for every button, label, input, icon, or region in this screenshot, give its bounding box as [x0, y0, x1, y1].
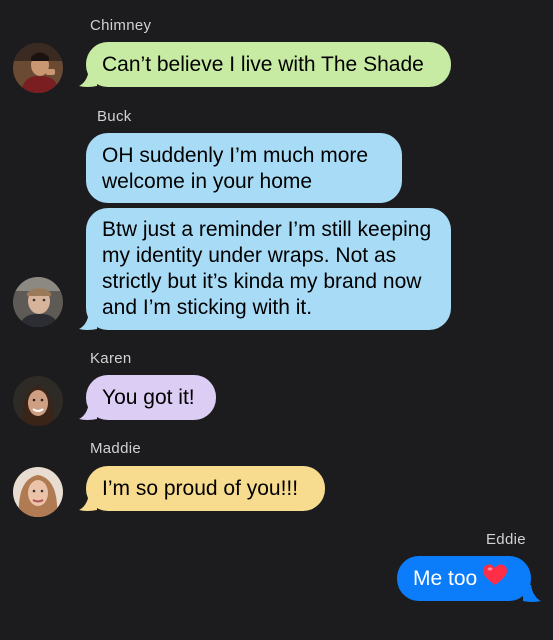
heart-icon	[483, 564, 508, 593]
message-bubble[interactable]: Can’t believe I live with The Shade	[86, 42, 451, 87]
message-text: Btw just a reminder I’m still keeping my…	[102, 218, 432, 319]
message-text: OH suddenly I’m much more welcome in you…	[102, 144, 369, 193]
sender-name: Eddie	[486, 531, 526, 548]
avatar[interactable]	[13, 467, 63, 517]
message-text: Can’t believe I live with The Shade	[102, 52, 424, 76]
sender-name: Maddie	[90, 440, 141, 457]
message-text: You got it!	[102, 385, 195, 409]
message-bubble[interactable]: I’m so proud of you!!!	[86, 466, 325, 511]
avatar[interactable]	[13, 277, 63, 327]
message-bubble[interactable]: Me too	[397, 556, 531, 601]
sender-name: Buck	[97, 108, 132, 125]
sender-name: Karen	[90, 350, 132, 367]
message-bubble[interactable]: OH suddenly I’m much more welcome in you…	[86, 133, 402, 203]
avatar[interactable]	[13, 376, 63, 426]
message-bubble[interactable]: You got it!	[86, 375, 216, 420]
message-text: Me too	[413, 566, 478, 590]
avatar[interactable]	[13, 43, 63, 93]
message-text: I’m so proud of you!!!	[102, 476, 299, 500]
message-bubble[interactable]: Btw just a reminder I’m still keeping my…	[86, 208, 451, 330]
sender-name: Chimney	[90, 17, 152, 34]
